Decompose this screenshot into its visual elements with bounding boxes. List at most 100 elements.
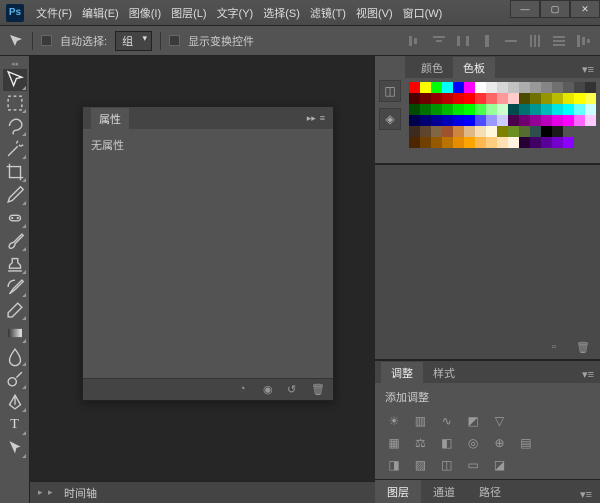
properties-header[interactable]: 属性 ▸▸ ≡: [83, 107, 333, 129]
swatches-tab[interactable]: 色板: [453, 57, 495, 78]
swatch[interactable]: [508, 104, 519, 115]
menu-file[interactable]: 文件(F): [32, 3, 76, 23]
align-icon[interactable]: [454, 33, 472, 49]
hue-icon[interactable]: ▦: [385, 435, 403, 451]
swatch[interactable]: [497, 115, 508, 126]
swatch[interactable]: [409, 104, 420, 115]
path-select-tool[interactable]: [3, 437, 27, 459]
eraser-tool[interactable]: [3, 299, 27, 321]
invert-icon[interactable]: ◨: [385, 457, 403, 473]
menu-filter[interactable]: 滤镜(T): [306, 3, 350, 23]
heal-tool[interactable]: [3, 207, 27, 229]
clip-icon[interactable]: ◔: [239, 383, 255, 397]
swatch[interactable]: [420, 115, 431, 126]
swatch[interactable]: [431, 115, 442, 126]
panel-menu-icon[interactable]: ▾≡: [572, 486, 600, 503]
menu-edit[interactable]: 编辑(E): [78, 3, 123, 23]
paths-tab[interactable]: 路径: [467, 480, 513, 503]
swatch[interactable]: [508, 93, 519, 104]
swatch[interactable]: [442, 82, 453, 93]
swatch[interactable]: [552, 82, 563, 93]
timeline-expand-icon[interactable]: ▸: [38, 487, 48, 498]
styles-tab[interactable]: 样式: [423, 362, 465, 383]
trash-icon[interactable]: 🗑: [576, 341, 592, 355]
menu-window[interactable]: 窗口(W): [399, 3, 447, 23]
swatch[interactable]: [420, 82, 431, 93]
show-transform-checkbox[interactable]: [169, 35, 180, 46]
crop-tool[interactable]: [3, 161, 27, 183]
swatch[interactable]: [541, 115, 552, 126]
marquee-tool[interactable]: [3, 92, 27, 114]
selective-icon[interactable]: ◪: [491, 457, 509, 473]
menu-image[interactable]: 图像(I): [125, 3, 165, 23]
swatch[interactable]: [574, 93, 585, 104]
collapse-icon[interactable]: ▸▸: [307, 113, 316, 124]
gradient-map-icon[interactable]: ▭: [464, 457, 482, 473]
swatch[interactable]: [552, 126, 563, 137]
swatch[interactable]: [563, 137, 574, 148]
swatch[interactable]: [475, 104, 486, 115]
lookup-icon[interactable]: ▤: [517, 435, 535, 451]
align-icon[interactable]: [526, 33, 544, 49]
eyedropper-tool[interactable]: [3, 184, 27, 206]
swatch[interactable]: [453, 82, 464, 93]
swatch[interactable]: [552, 115, 563, 126]
properties-tab[interactable]: 属性: [91, 108, 129, 129]
swatch[interactable]: [574, 104, 585, 115]
toolbar-handle[interactable]: ◂◂: [2, 60, 28, 68]
swatch[interactable]: [508, 115, 519, 126]
swatch[interactable]: [475, 126, 486, 137]
swatch[interactable]: [563, 115, 574, 126]
swatch[interactable]: [530, 104, 541, 115]
reset-icon[interactable]: ↺: [287, 383, 303, 397]
panel-menu-icon[interactable]: ≡: [320, 113, 325, 124]
swatch[interactable]: [409, 126, 420, 137]
align-icon[interactable]: [574, 33, 592, 49]
swatch[interactable]: [585, 115, 596, 126]
swatch[interactable]: [497, 82, 508, 93]
swatch[interactable]: [486, 137, 497, 148]
swatch[interactable]: [453, 115, 464, 126]
swatch[interactable]: [497, 137, 508, 148]
brush-tool[interactable]: [3, 230, 27, 252]
swatch[interactable]: [519, 115, 530, 126]
swatch[interactable]: [409, 93, 420, 104]
align-icon[interactable]: [430, 33, 448, 49]
panel-menu-icon[interactable]: ▾≡: [576, 61, 600, 78]
align-icon[interactable]: [478, 33, 496, 49]
bw-icon[interactable]: ◧: [438, 435, 456, 451]
move-tool[interactable]: [3, 69, 27, 91]
lasso-tool[interactable]: [3, 115, 27, 137]
auto-select-dropdown[interactable]: 组: [115, 31, 152, 51]
swatch[interactable]: [541, 126, 552, 137]
swatch[interactable]: [508, 137, 519, 148]
swatch[interactable]: [530, 115, 541, 126]
swatch[interactable]: [563, 93, 574, 104]
swatch[interactable]: [475, 82, 486, 93]
swatch[interactable]: [442, 115, 453, 126]
posterize-icon[interactable]: ▨: [411, 457, 429, 473]
menu-select[interactable]: 选择(S): [259, 3, 304, 23]
swatch[interactable]: [541, 93, 552, 104]
swatch[interactable]: [519, 126, 530, 137]
swatch[interactable]: [530, 82, 541, 93]
swatch[interactable]: [508, 126, 519, 137]
swatch[interactable]: [464, 137, 475, 148]
swatch[interactable]: [552, 137, 563, 148]
color-tab[interactable]: 颜色: [411, 57, 453, 78]
swatch[interactable]: [486, 115, 497, 126]
gradient-tool[interactable]: [3, 322, 27, 344]
swatch[interactable]: [420, 104, 431, 115]
menu-layer[interactable]: 图层(L): [167, 3, 210, 23]
swatch[interactable]: [519, 104, 530, 115]
swatch[interactable]: [464, 126, 475, 137]
swatch[interactable]: [442, 93, 453, 104]
swatch[interactable]: [453, 104, 464, 115]
eye-icon[interactable]: ◉: [263, 383, 279, 397]
swatch[interactable]: [486, 104, 497, 115]
new-swatch-icon[interactable]: ▫: [552, 341, 568, 355]
align-icon[interactable]: [502, 33, 520, 49]
swatch[interactable]: [464, 115, 475, 126]
wand-tool[interactable]: [3, 138, 27, 160]
swatch[interactable]: [530, 93, 541, 104]
